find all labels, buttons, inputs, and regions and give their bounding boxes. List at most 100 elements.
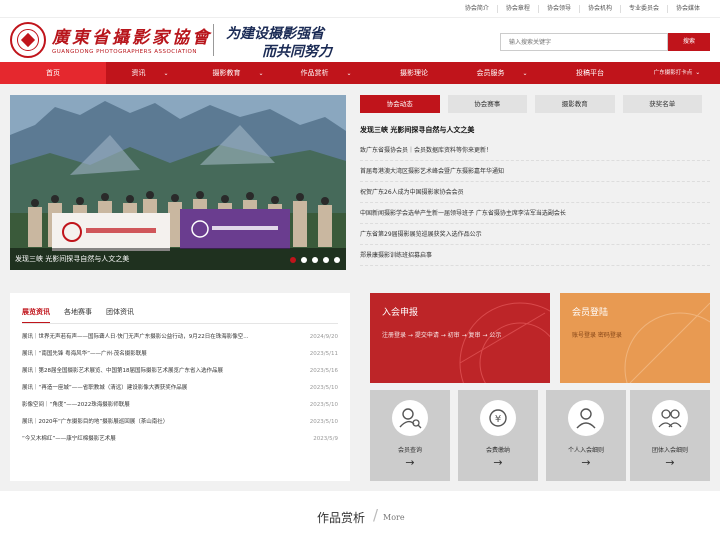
service-group-rules[interactable]: 团体入会细则 → bbox=[630, 390, 710, 481]
list-item[interactable]: 广东省第29届摄影展览巡展获奖入选作品公示 bbox=[360, 224, 710, 245]
service-fee-payment[interactable]: ¥ 会费缴纳 → bbox=[458, 390, 538, 481]
news-list: 致广东省摄协会员｜会员数据库资料等你来更新！ 首届粤港澳大湾区摄影艺术峰会暨广东… bbox=[360, 140, 710, 266]
arrow-right-icon: → bbox=[581, 456, 591, 469]
works-section: 作品赏析 / More bbox=[0, 491, 720, 540]
news-tabs: 协会动态 协会赛事 摄影教育 获奖名单 bbox=[360, 95, 710, 115]
item-title: 展讯｜“再造一座城”——省职教城（清远）建设影像大赛获奖作品展 bbox=[22, 385, 188, 391]
nav-item-news[interactable]: 资讯 ⌄ bbox=[106, 62, 194, 84]
top-links-bar: 协会简介 协会章程 协会领导 协会机构 专业委员会 协会媒体 bbox=[0, 0, 720, 18]
item-title: 展讯｜2020年“广东摄影目的地”摄影展巡回展（茶山南社） bbox=[22, 419, 169, 425]
tab-photo-education[interactable]: 摄影教育 bbox=[535, 95, 615, 113]
carousel-dot[interactable] bbox=[334, 257, 340, 263]
list-item[interactable]: 首届粤港澳大湾区摄影艺术峰会暨广东摄影嘉年华通知 bbox=[360, 161, 710, 182]
login-card-title: 会员登陆 bbox=[572, 308, 609, 318]
service-label: 个人入会细则 bbox=[567, 447, 604, 454]
slogan-line-2: 而共同努力 bbox=[262, 44, 332, 60]
item-date: 2023/5/9 bbox=[313, 436, 338, 442]
banner-photo bbox=[10, 95, 346, 270]
service-member-query[interactable]: 会员查询 → bbox=[370, 390, 450, 481]
search-button[interactable]: 搜索 bbox=[668, 33, 710, 51]
main-nav: 首页 资讯 ⌄ 摄影教育 ⌄ 作品赏析 ⌄ 摄影理论 会员服务 ⌄ 投稿平台 广东摄影打… bbox=[0, 62, 720, 84]
tab-association-news[interactable]: 协会动态 bbox=[360, 95, 440, 113]
join-card-steps: 注册登录 → 提交申请 → 初审 → 复审 → 公示 bbox=[382, 332, 502, 339]
header-divider bbox=[213, 24, 214, 56]
tab-association-contests[interactable]: 协会赛事 bbox=[447, 95, 527, 113]
item-title: 展讯｜世界无声若有声——国际聋人日·快门无声广东摄影公益行动，9月22日在珠海影… bbox=[22, 334, 249, 340]
site-header: 廣東省攝影家協會 GUANGDONG PHOTOGRAPHERS ASSOCIA… bbox=[0, 18, 720, 62]
top-link-committees[interactable]: 专业委员会 bbox=[619, 5, 667, 13]
chevron-down-icon: ⌄ bbox=[695, 69, 701, 76]
carousel-dot[interactable] bbox=[323, 257, 329, 263]
person-icon bbox=[568, 400, 604, 436]
logo-chinese-name[interactable]: 廣東省攝影家協會 bbox=[52, 23, 212, 48]
banner-carousel[interactable]: 发现三峡 光影间探寻自然与人文之美 bbox=[10, 95, 346, 270]
chevron-down-icon: ⌄ bbox=[522, 70, 528, 77]
list-item[interactable]: 中国新闻摄影学会选举产生新一届领导班子 广东省摄协主席李洁军当选副会长 bbox=[360, 203, 710, 224]
join-application-card[interactable]: 入会申报 注册登录 → 提交申请 → 初审 → 复审 → 公示 bbox=[370, 293, 550, 383]
user-search-icon bbox=[392, 400, 428, 436]
news-headline[interactable]: 发现三峡 光影间探寻自然与人文之美 bbox=[360, 125, 474, 135]
carousel-dot[interactable] bbox=[312, 257, 318, 263]
logo-english-name: GUANGDONG PHOTOGRAPHERS ASSOCIATION bbox=[52, 49, 197, 55]
list-item[interactable]: 展讯｜世界无声若有声——国际聋人日·快门无声广东摄影公益行动，9月22日在珠海影… bbox=[22, 329, 338, 346]
service-individual-rules[interactable]: 个人入会细则 → bbox=[546, 390, 626, 481]
nav-item-theory[interactable]: 摄影理论 bbox=[370, 62, 458, 84]
nav-label: 广东摄影打卡点 bbox=[653, 70, 693, 76]
exhibition-list: 展讯｜世界无声若有声——国际聋人日·快门无声广东摄影公益行动，9月22日在珠海影… bbox=[22, 329, 338, 448]
slogan-line-1: 为建设摄影强省 bbox=[226, 26, 324, 42]
divider bbox=[22, 323, 338, 324]
page: 协会简介 协会章程 协会领导 协会机构 专业委员会 协会媒体 廣東省攝影家協會 … bbox=[0, 0, 720, 540]
logo-seal-icon[interactable] bbox=[10, 22, 46, 58]
list-item[interactable]: 祝贺广东26人成为中国摄影家协会会员 bbox=[360, 182, 710, 203]
top-link-about[interactable]: 协会简介 bbox=[457, 5, 497, 13]
list-item[interactable]: 致广东省摄协会员｜会员数据库资料等你来更新！ bbox=[360, 140, 710, 161]
tab-group-news[interactable]: 团体资讯 bbox=[106, 307, 134, 324]
item-title: “今又木棉红”——康宁红棉摄影艺术展 bbox=[22, 436, 116, 442]
list-item[interactable]: 展讯｜第28届全国摄影艺术展览、中国第18届国际摄影艺术展览广东省入选作品展 20… bbox=[22, 363, 338, 380]
item-title: 展讯｜“南国先锋 粤海风华”——广州·茂名摄影联展 bbox=[22, 351, 147, 357]
nav-item-submission[interactable]: 投稿平台 bbox=[546, 62, 634, 84]
search-input[interactable] bbox=[500, 33, 668, 51]
carousel-dot[interactable] bbox=[290, 257, 296, 263]
section-title: 作品赏析 bbox=[317, 511, 366, 525]
list-item[interactable]: 影像空间｜“角度”——2022珠海摄影师联展 2023/5/10 bbox=[22, 397, 338, 414]
list-item[interactable]: “今又木棉红”——康宁红棉摄影艺术展 2023/5/9 bbox=[22, 431, 338, 448]
nav-item-education[interactable]: 摄影教育 ⌄ bbox=[194, 62, 282, 84]
list-item[interactable]: 郑景康摄影训练班招募启事 bbox=[360, 245, 710, 266]
nav-item-checkin-spots[interactable]: 广东摄影打卡点 ⌄ bbox=[634, 62, 720, 84]
item-title: 影像空间｜“角度”——2022珠海摄影师联展 bbox=[22, 402, 130, 408]
item-date: 2023/5/11 bbox=[309, 351, 338, 357]
arrow-right-icon: → bbox=[405, 456, 415, 469]
nav-label: 首页 bbox=[46, 69, 60, 77]
nav-label: 作品赏析 bbox=[300, 69, 329, 77]
join-card-title: 入会申报 bbox=[382, 308, 419, 318]
list-item[interactable]: 展讯｜2020年“广东摄影目的地”摄影展巡回展（茶山南社） 2023/5/10 bbox=[22, 414, 338, 431]
arrow-right-icon: → bbox=[493, 456, 503, 469]
top-link-media[interactable]: 协会媒体 bbox=[666, 5, 708, 13]
top-link-organization[interactable]: 协会机构 bbox=[578, 5, 620, 13]
chevron-down-icon: ⌄ bbox=[163, 70, 169, 77]
nav-label: 资讯 bbox=[131, 69, 146, 77]
top-link-leaders[interactable]: 协会领导 bbox=[537, 5, 579, 13]
list-item[interactable]: 展讯｜“再造一座城”——省职教城（清远）建设影像大赛获奖作品展 2023/5/10 bbox=[22, 380, 338, 397]
list-item[interactable]: 展讯｜“南国先锋 粤海风华”——广州·茂名摄影联展 2023/5/11 bbox=[22, 346, 338, 363]
fee-icon: ¥ bbox=[480, 400, 516, 436]
login-card-sub: 账号登录 密码登录 bbox=[572, 332, 622, 339]
nav-item-home[interactable]: 首页 bbox=[0, 62, 106, 84]
tab-award-list[interactable]: 获奖名单 bbox=[622, 95, 702, 113]
chevron-down-icon: ⌄ bbox=[346, 70, 352, 77]
top-link-charter[interactable]: 协会章程 bbox=[496, 5, 538, 13]
title-separator: / bbox=[373, 506, 379, 524]
tab-exhibitions[interactable]: 展览资讯 bbox=[22, 307, 50, 324]
carousel-dots bbox=[285, 257, 340, 263]
member-login-card[interactable]: 会员登陆 账号登录 密码登录 bbox=[560, 293, 710, 383]
nav-item-member-service[interactable]: 会员服务 ⌄ bbox=[458, 62, 546, 84]
more-link[interactable]: More bbox=[383, 513, 405, 522]
exhibition-panel: 展览资讯 各地赛事 团体资讯 展讯｜世界无声若有声——国际聋人日·快门无声广东摄… bbox=[10, 293, 350, 481]
chevron-down-icon: ⌄ bbox=[258, 70, 264, 77]
item-date: 2023/5/16 bbox=[309, 368, 338, 374]
service-label: 会员查询 bbox=[397, 447, 422, 454]
tab-local-contests[interactable]: 各地赛事 bbox=[64, 307, 92, 324]
nav-item-works[interactable]: 作品赏析 ⌄ bbox=[282, 62, 370, 84]
carousel-dot[interactable] bbox=[301, 257, 307, 263]
